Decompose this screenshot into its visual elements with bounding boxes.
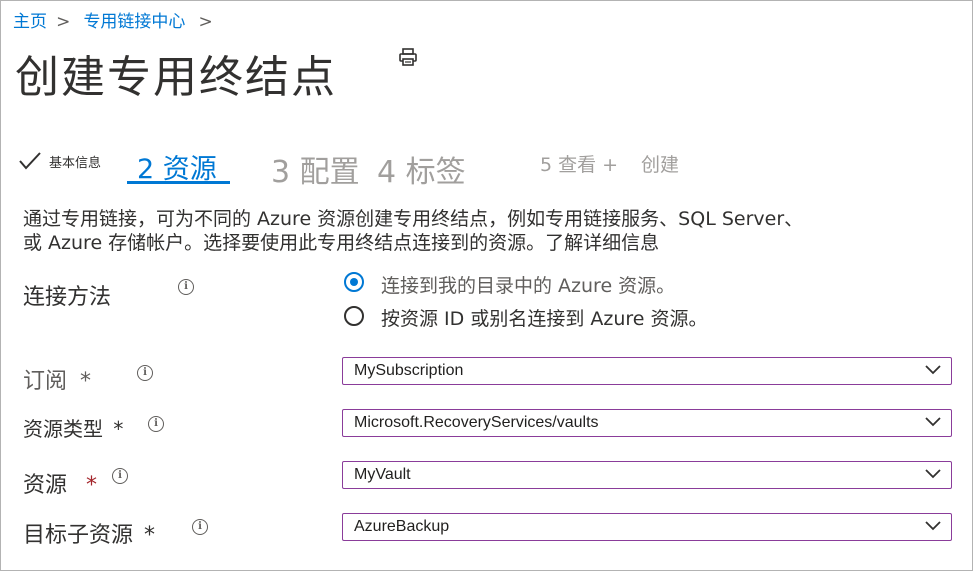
breadcrumb: 主页 > 专用链接中心 > [13,7,213,32]
description-line-2: 或 Azure 存储帐户。选择要使用此专用终结点连接到的资源。了解详细信息 [23,232,660,254]
target-subresource-value: AzureBackup [354,518,450,535]
chevron-down-icon [925,417,941,427]
step-tags[interactable]: 4 标签 [377,147,466,191]
breadcrumb-separator: > [56,12,71,32]
breadcrumb-separator: > [198,12,213,32]
info-icon[interactable]: i [192,519,208,535]
step-create[interactable]: 创建 [641,150,679,177]
target-subresource-dropdown[interactable]: AzureBackup [342,513,952,541]
step-review[interactable]: 5 查看 + [540,150,618,177]
info-icon[interactable]: i [112,468,128,484]
subscription-dropdown[interactable]: MySubscription [342,357,952,385]
resource-label: 资源 * [23,473,98,498]
subscription-value: MySubscription [354,362,464,379]
info-icon[interactable]: i [137,365,153,381]
chevron-down-icon [925,469,941,479]
breadcrumb-private-link-center-link[interactable]: 专用链接中心 [83,12,185,32]
radio-connect-directory[interactable] [344,272,364,292]
print-icon[interactable] [398,47,418,67]
info-icon[interactable]: i [178,279,194,295]
required-marker: * [144,523,156,548]
resource-type-label: 资源类型 * [23,417,124,441]
page-title: 创建专用终结点 [15,52,337,103]
radio-connect-resource-id[interactable] [344,306,364,326]
connection-method-label: 连接方法 [23,285,112,310]
radio-connect-directory-label[interactable]: 连接到我的目录中的 Azure 资源。 [381,271,675,298]
resource-type-value: Microsoft.RecoveryServices/vaults [354,414,599,431]
step-basics[interactable]: 基本信息 [49,152,101,171]
resource-dropdown[interactable]: MyVault [342,461,952,489]
info-icon[interactable]: i [148,416,164,432]
subscription-label: 订阅 * [23,369,92,394]
resource-value: MyVault [354,466,411,483]
step-configuration[interactable]: 3 配置 [271,147,360,191]
step-active-underline [127,181,230,184]
required-marker: * [86,473,98,498]
radio-connect-resource-id-label[interactable]: 按资源 ID 或别名连接到 Azure 资源。 [381,304,708,331]
chevron-down-icon [925,365,941,375]
description-line-1: 通过专用链接，可为不同的 Azure 资源创建专用终结点，例如专用链接服务、SQ… [23,208,804,230]
target-subresource-label: 目标子资源 * [23,523,156,548]
checkmark-icon [19,152,41,170]
breadcrumb-home-link[interactable]: 主页 [13,12,47,32]
required-marker: * [113,417,124,441]
chevron-down-icon [925,521,941,531]
resource-type-dropdown[interactable]: Microsoft.RecoveryServices/vaults [342,409,952,437]
required-marker: * [80,369,92,394]
